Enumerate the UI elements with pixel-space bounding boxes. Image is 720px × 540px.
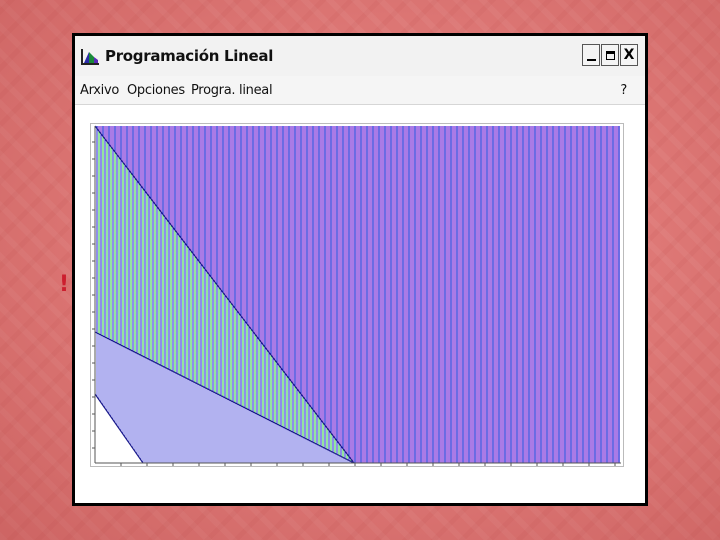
feasible-region-plot <box>92 125 621 466</box>
close-button[interactable]: X <box>620 44 638 66</box>
chart-app-icon <box>80 46 100 66</box>
menu-bar: Arxivo Opciones Progra. lineal ? <box>75 76 645 105</box>
plot-area <box>90 123 624 467</box>
menu-help[interactable]: ? <box>620 83 627 98</box>
stray-mark: ! <box>59 272 70 297</box>
app-window: Programación Lineal X Arxivo Opciones Pr… <box>72 33 648 506</box>
close-icon: X <box>623 47 635 63</box>
window-title: Programación Lineal <box>105 47 274 65</box>
menu-progra-lineal[interactable]: Progra. lineal <box>191 83 273 98</box>
minimize-icon <box>586 58 596 61</box>
plot-background <box>95 126 621 463</box>
minimize-button[interactable] <box>582 44 600 66</box>
window-client: Programación Lineal X Arxivo Opciones Pr… <box>75 36 645 503</box>
title-bar[interactable]: Programación Lineal X <box>75 36 645 76</box>
menu-arxivo[interactable]: Arxivo <box>80 83 119 98</box>
maximize-button[interactable] <box>601 44 619 66</box>
maximize-icon <box>605 50 615 60</box>
menu-opciones[interactable]: Opciones <box>127 83 185 98</box>
